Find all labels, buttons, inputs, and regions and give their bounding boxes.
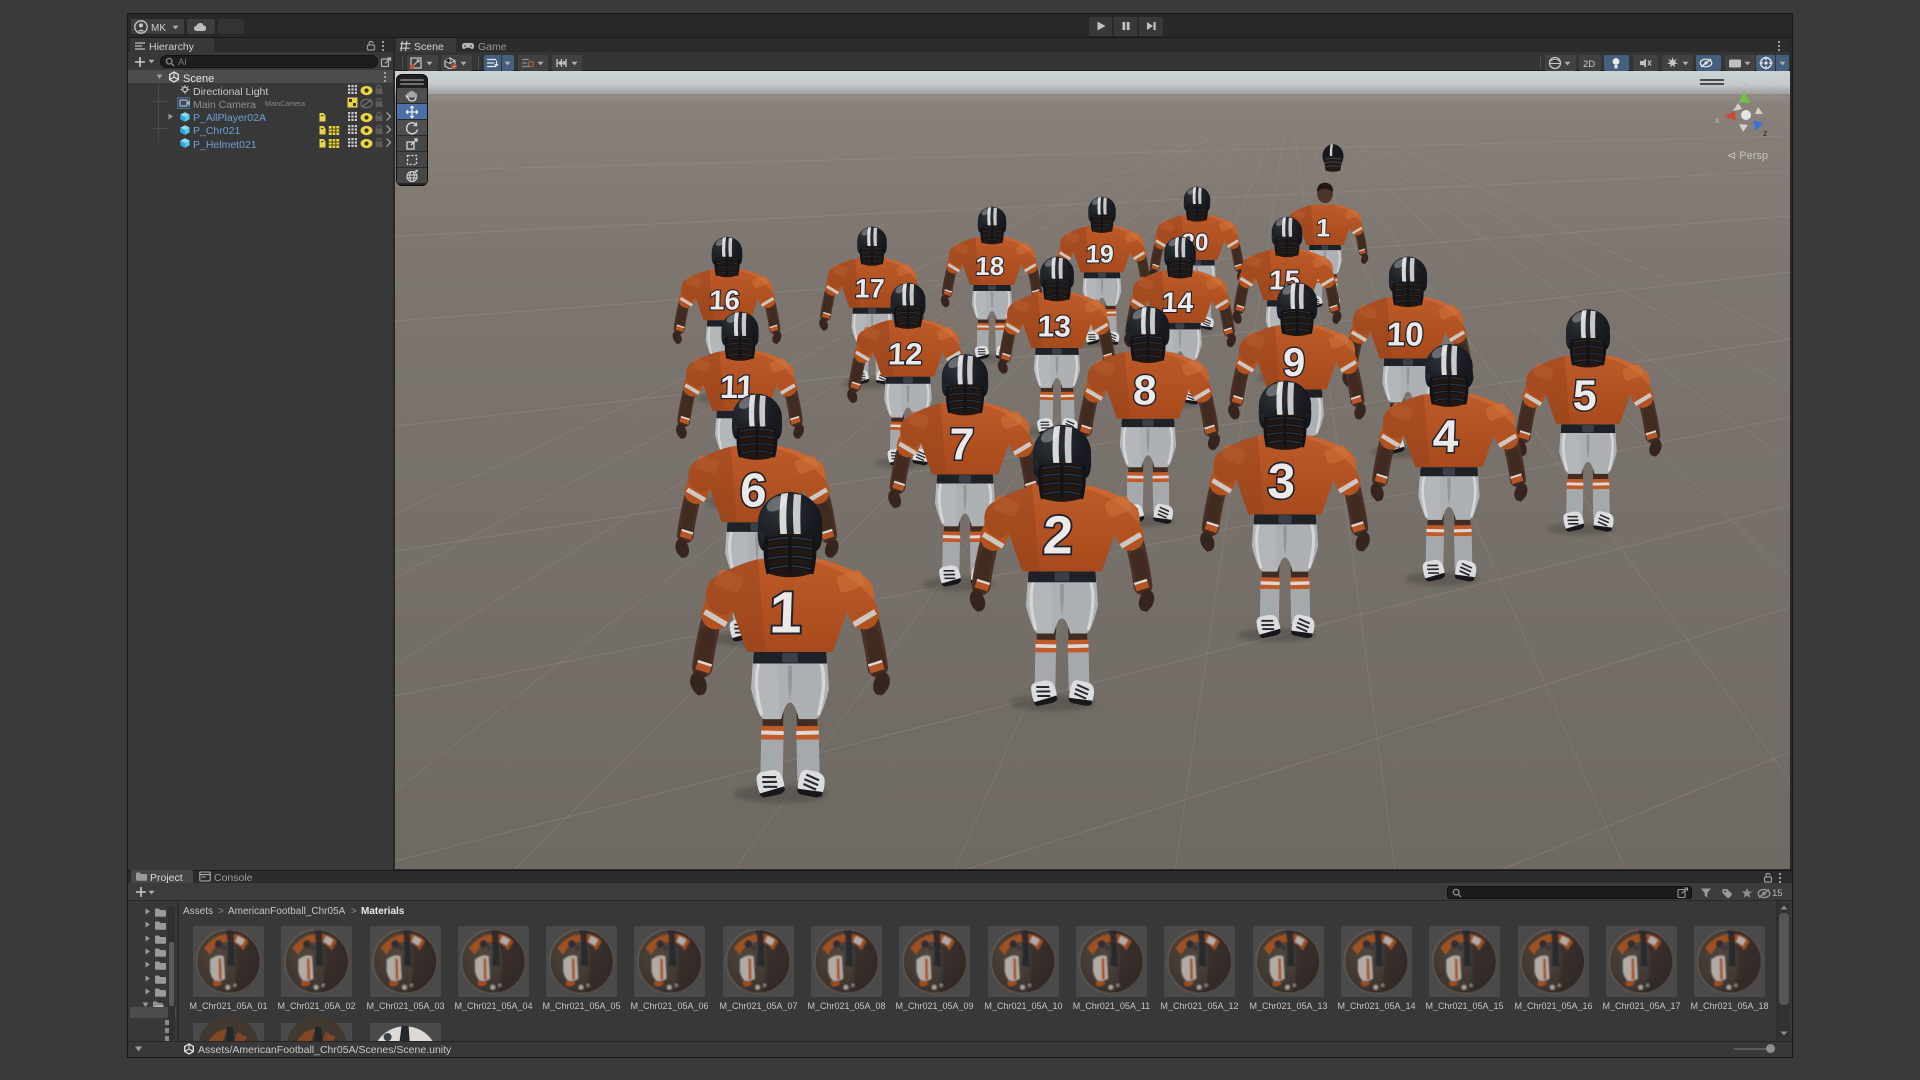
- svg-text:16: 16: [709, 285, 741, 316]
- svg-text:⊲ Persp: ⊲ Persp: [1727, 150, 1768, 162]
- svg-text:4: 4: [1432, 410, 1460, 462]
- svg-text:17: 17: [854, 273, 885, 303]
- svg-text:3: 3: [1267, 453, 1297, 509]
- svg-text:y: y: [1743, 79, 1748, 89]
- svg-text:8: 8: [1132, 367, 1157, 414]
- svg-text:2: 2: [1042, 505, 1074, 565]
- svg-text:9: 9: [1282, 339, 1306, 385]
- svg-text:x: x: [1715, 115, 1720, 125]
- svg-text:13: 13: [1037, 310, 1072, 343]
- svg-text:7: 7: [948, 419, 975, 470]
- svg-text:14: 14: [1161, 287, 1194, 319]
- svg-text:10: 10: [1386, 317, 1424, 354]
- svg-text:19: 19: [1085, 241, 1114, 269]
- svg-text:5: 5: [1572, 372, 1598, 420]
- svg-text:1: 1: [1316, 215, 1331, 243]
- svg-text:1: 1: [768, 580, 803, 645]
- svg-text:12: 12: [888, 337, 924, 372]
- svg-text:z: z: [1763, 128, 1768, 138]
- svg-text:18: 18: [975, 251, 1005, 281]
